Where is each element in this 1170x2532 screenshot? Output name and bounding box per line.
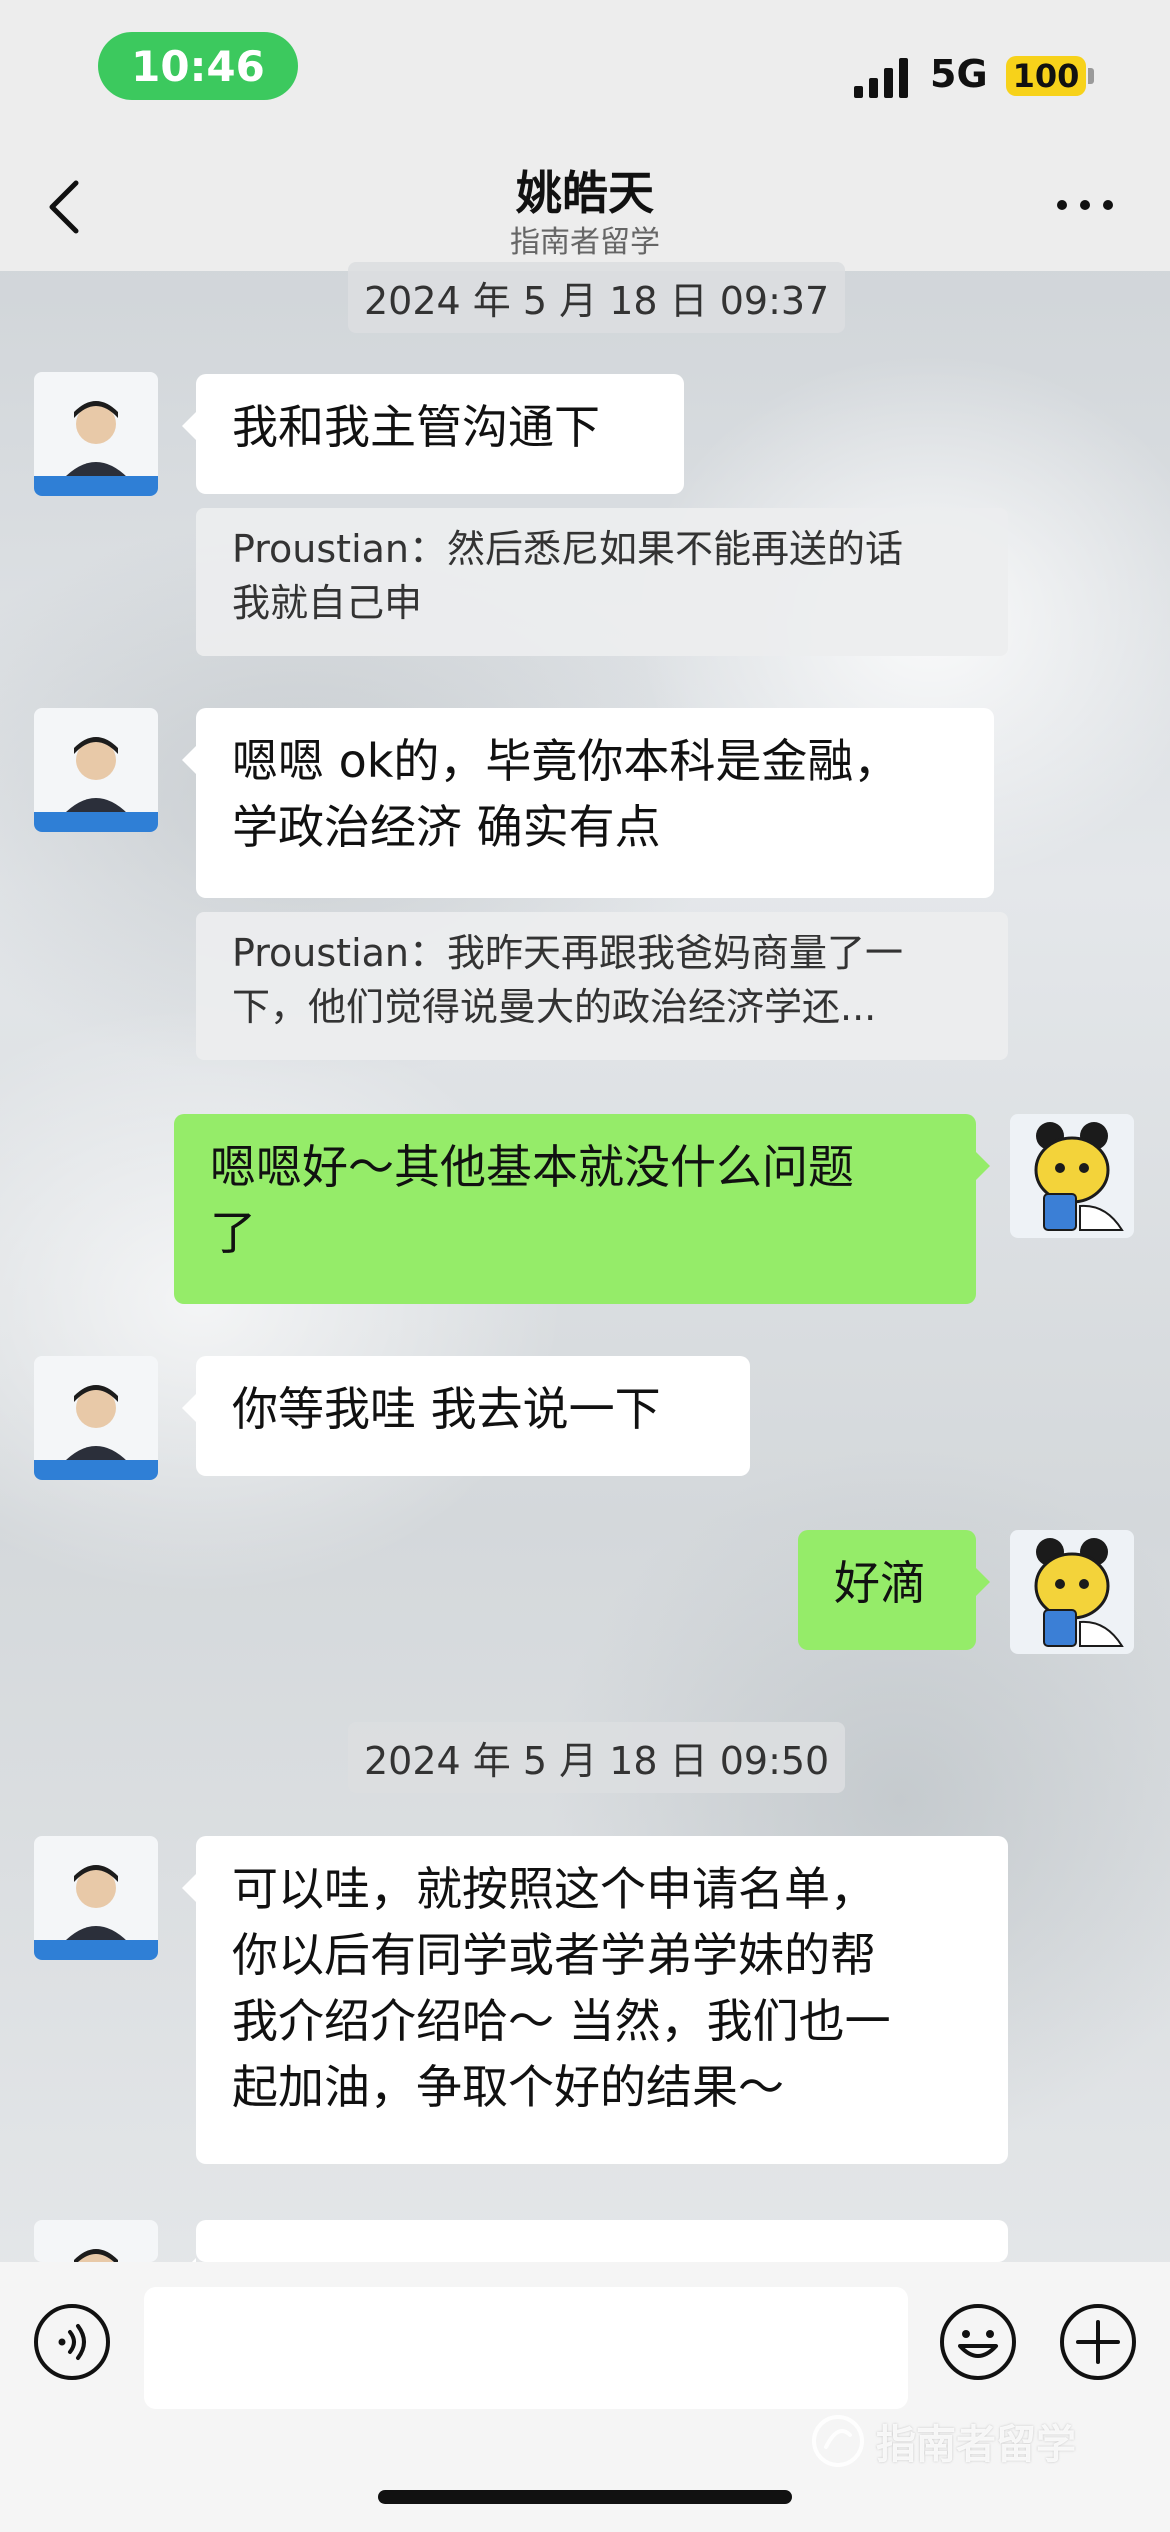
watermark: 指南者留学: [810, 2412, 1076, 2470]
quote-text: 下，他们觉得说曼大的政治经济学还...: [232, 985, 877, 1029]
watermark-text: 指南者留学: [876, 2422, 1076, 2468]
avatar-icon: [34, 708, 158, 832]
message-text: 你等我哇 我去说一下: [232, 1382, 661, 1436]
my-avatar[interactable]: [1010, 1530, 1134, 1654]
message-bubble[interactable]: [182, 2220, 1008, 2286]
avatar[interactable]: [34, 708, 158, 832]
message-input[interactable]: [144, 2287, 908, 2409]
battery-icon: [1088, 68, 1094, 84]
message-text: 起加油，争取个好的结果～: [232, 2060, 784, 2114]
message-text: 了: [210, 1206, 256, 1260]
battery-level: 100: [1006, 56, 1086, 96]
message-bubble[interactable]: 你等我哇 我去说一下: [182, 1356, 750, 1476]
my-avatar[interactable]: [1010, 1114, 1134, 1238]
message-text: 我和我主管沟通下: [232, 400, 600, 454]
quoted-message[interactable]: Proustian：我昨天再跟我爸妈商量了一 下，他们觉得说曼大的政治经济学还.…: [196, 912, 1008, 1060]
quote-text: 我昨天再跟我爸妈商量了一: [447, 931, 904, 975]
chat-subtitle: 指南者留学: [510, 225, 660, 260]
quote-author: Proustian：: [232, 527, 447, 571]
more-dots-icon[interactable]: [1050, 185, 1120, 225]
message-text: 嗯嗯 ok的，毕竟你本科是金融，: [232, 734, 900, 788]
message-text: 我介绍介绍哈～ 当然，我们也一: [232, 1994, 891, 2048]
voice-icon[interactable]: [32, 2302, 112, 2382]
message-text: 可以哇，就按照这个申请名单，: [232, 1862, 876, 1916]
timestamp: 2024 年 5 月 18 日 09:50: [348, 1722, 846, 1793]
message-bubble[interactable]: 嗯嗯好～其他基本就没什么问题 了: [174, 1114, 990, 1304]
avatar[interactable]: [34, 1356, 158, 1480]
logo-icon: [812, 2415, 864, 2467]
quoted-message[interactable]: Proustian：然后悉尼如果不能再送的话 我就自己申: [196, 508, 1008, 656]
message-bubble[interactable]: 好滴: [798, 1530, 990, 1650]
message-text: 嗯嗯好～其他基本就没什么问题: [210, 1140, 854, 1194]
avatar-icon: [34, 372, 158, 496]
network-type: 5G: [930, 52, 988, 96]
avatar[interactable]: [34, 2220, 158, 2262]
avatar-icon: [34, 2220, 158, 2262]
quote-author: Proustian：: [232, 931, 447, 975]
message-bubble[interactable]: 嗯嗯 ok的，毕竟你本科是金融， 学政治经济 确实有点: [182, 708, 994, 898]
timestamp: 2024 年 5 月 18 日 09:37: [348, 262, 846, 333]
status-bar: 10:46 5G 100: [0, 0, 1170, 135]
message-text: 学政治经济 确实有点: [232, 800, 661, 854]
message-bubble[interactable]: 我和我主管沟通下: [182, 374, 684, 494]
input-bar: 指南者留学: [0, 2262, 1170, 2532]
emoji-icon[interactable]: [938, 2302, 1018, 2382]
avatar-icon: [34, 1356, 158, 1480]
chat-title[interactable]: 姚皓天: [0, 157, 1170, 223]
avatar[interactable]: [34, 372, 158, 496]
home-indicator[interactable]: [378, 2490, 792, 2504]
avatar[interactable]: [34, 1836, 158, 1960]
message-bubble[interactable]: 可以哇，就按照这个申请名单， 你以后有同学或者学弟学妹的帮 我介绍介绍哈～ 当然…: [182, 1836, 1008, 2164]
chat-header: 姚皓天 指南者留学: [0, 135, 1170, 271]
status-time: 10:46: [98, 32, 298, 100]
quote-text: 然后悉尼如果不能再送的话: [447, 527, 904, 571]
cartoon-avatar-icon: [1010, 1114, 1134, 1238]
signal-icon: [854, 58, 908, 98]
message-text: 好滴: [834, 1556, 926, 1610]
message-text: 你以后有同学或者学弟学妹的帮: [232, 1928, 876, 1982]
plus-icon[interactable]: [1058, 2302, 1138, 2382]
cartoon-avatar-icon: [1010, 1530, 1134, 1654]
quote-text: 我就自己申: [232, 581, 423, 625]
avatar-icon: [34, 1836, 158, 1960]
